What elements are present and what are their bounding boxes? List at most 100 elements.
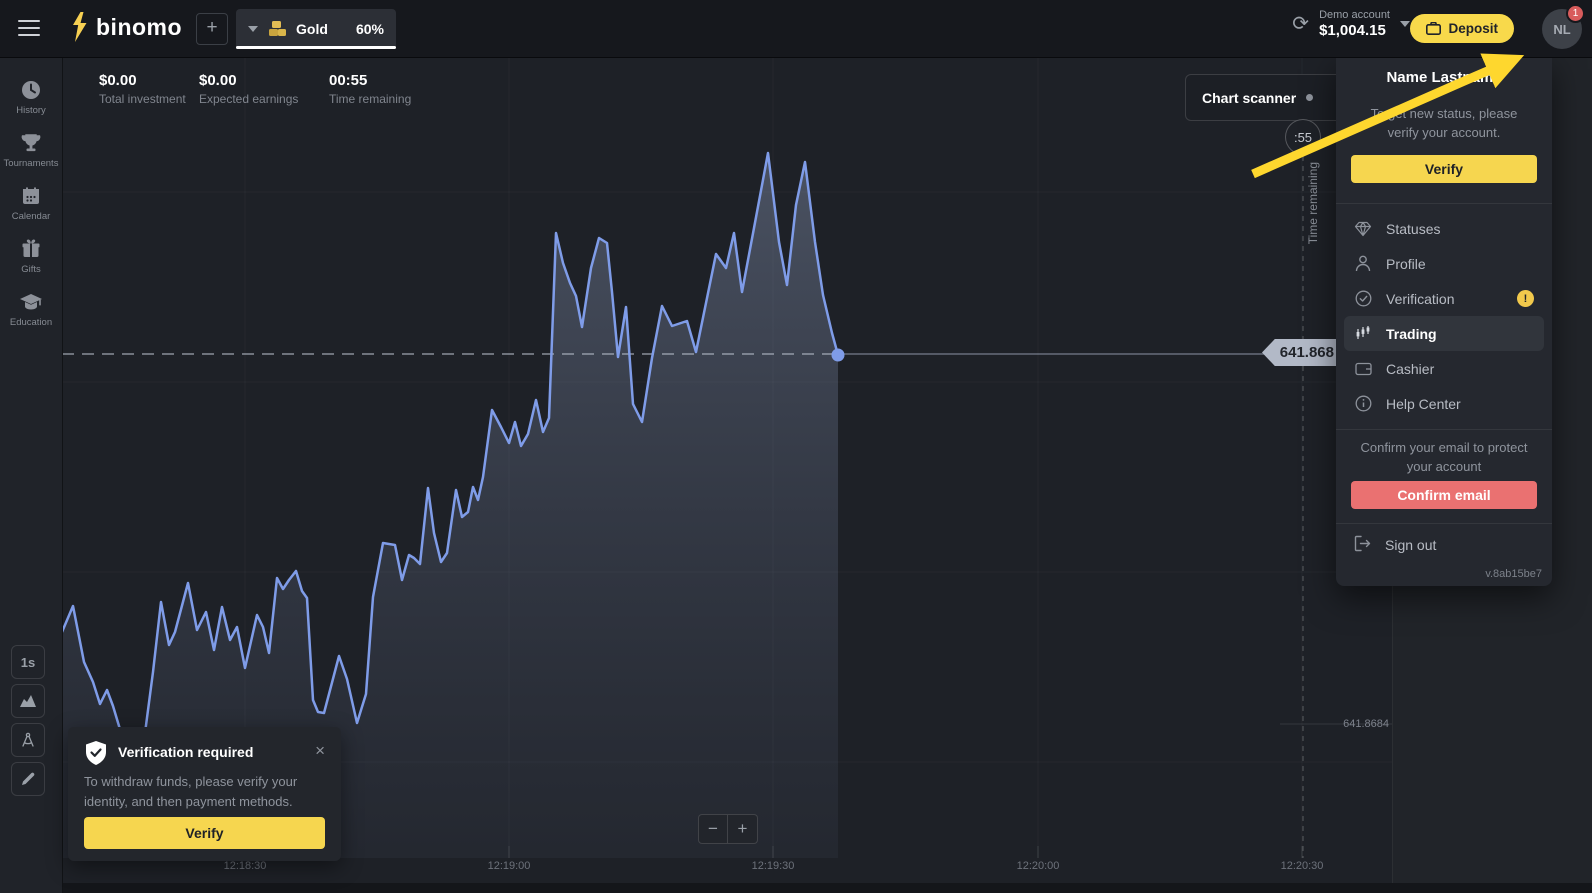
status-hint: To get new status, please verify your ac… (1354, 105, 1534, 143)
stat-value: $0.00 (99, 72, 186, 89)
asset-tab-gold[interactable]: Gold 60% (236, 9, 396, 48)
user-menu-panel: Name Lastname To get new status, please … (1336, 57, 1552, 586)
menu-item-statuses[interactable]: Statuses (1344, 211, 1544, 246)
person-icon (1354, 255, 1372, 273)
price-line (62, 153, 838, 762)
scanner-status-dot (1306, 94, 1313, 101)
sidebar-item-tournaments[interactable]: Tournaments (0, 124, 62, 177)
account-balance: $1,004.15 (1319, 22, 1390, 39)
sidebar-item-calendar[interactable]: Calendar (0, 177, 62, 230)
stat-label: Total investment (99, 92, 186, 106)
left-sidebar: History Tournaments Calendar Gifts (0, 57, 63, 893)
notification-badge: 1 (1566, 4, 1585, 23)
panel-verify-button[interactable]: Verify (1351, 155, 1537, 183)
menu-item-cashier[interactable]: Cashier (1344, 351, 1544, 386)
x-tick-label: 12:19:00 (477, 860, 541, 872)
chart-type-button[interactable] (11, 684, 45, 718)
app-version: v.8ab15be7 (1485, 568, 1542, 580)
account-switcher[interactable]: ⟳ Demo account $1,004.15 (1292, 9, 1410, 39)
sidebar-item-label: Gifts (21, 264, 41, 275)
sidebar-item-label: History (16, 105, 46, 116)
menu-item-label: Trading (1386, 326, 1437, 342)
sidebar-item-gifts[interactable]: Gifts (0, 230, 62, 283)
gift-icon (20, 238, 42, 260)
sidebar-item-education[interactable]: Education (0, 283, 62, 336)
indicators-button[interactable] (11, 723, 45, 757)
drafting-compass-icon (20, 732, 36, 748)
gold-bars-icon (267, 20, 287, 38)
current-price-dot (832, 349, 845, 362)
menu-item-verification[interactable]: Verification ! (1344, 281, 1544, 316)
asset-name: Gold (296, 21, 328, 37)
menu-item-label: Help Center (1386, 396, 1461, 412)
pencil-icon (20, 771, 36, 787)
x-tick-label: 12:20:00 (1006, 860, 1070, 872)
calendar-icon (20, 185, 42, 207)
stat-label: Expected earnings (199, 92, 298, 106)
history-clock-icon (20, 79, 42, 101)
zoom-out-button[interactable]: − (698, 814, 728, 844)
stat-value: 00:55 (329, 72, 411, 89)
stat-time-remaining: 00:55 Time remaining (329, 72, 411, 106)
divider (1336, 523, 1552, 524)
lightning-bolt-icon (70, 12, 89, 42)
chart-scanner-label: Chart scanner (1202, 90, 1296, 106)
divider (1336, 429, 1552, 430)
x-tick-label: 12:19:30 (741, 860, 805, 872)
stat-value: $0.00 (199, 72, 298, 89)
area-chart-icon (19, 694, 37, 708)
divider (1336, 203, 1552, 204)
zoom-in-button[interactable]: + (728, 814, 758, 844)
toast-title: Verification required (118, 744, 253, 760)
chevron-down-icon[interactable] (1400, 21, 1410, 27)
graduation-cap-icon (19, 291, 43, 313)
confirm-email-button[interactable]: Confirm email (1351, 481, 1537, 509)
refresh-icon[interactable]: ⟳ (1292, 14, 1309, 34)
menu-item-help-center[interactable]: Help Center (1344, 386, 1544, 421)
email-hint: Confirm your email to protect your accou… (1354, 439, 1534, 477)
deposit-label: Deposit (1448, 21, 1498, 36)
chart-scanner-popup[interactable]: Chart scanner (1185, 74, 1345, 121)
menu-item-label: Profile (1386, 256, 1426, 272)
sign-out-label: Sign out (1385, 537, 1436, 553)
top-bar: binomo + Gold 60% ⟳ Demo account $1,004.… (0, 0, 1592, 58)
x-axis-ticks (245, 846, 1302, 858)
gem-icon (1354, 220, 1372, 238)
x-tick-label: 12:20:30 (1270, 860, 1334, 872)
chart-zoom-controls: − + (698, 814, 758, 844)
interval-button[interactable]: 1s (11, 645, 45, 679)
sidebar-item-label: Education (10, 317, 52, 328)
deposit-button[interactable]: Deposit (1410, 14, 1514, 43)
drawing-button[interactable] (11, 762, 45, 796)
current-price-tag: 641.868 (1262, 339, 1342, 366)
toast-body: To withdraw funds, please verify your id… (84, 772, 328, 812)
wallet-icon (1426, 22, 1441, 35)
add-asset-button[interactable]: + (196, 13, 228, 45)
active-tab-underline (236, 46, 396, 49)
info-circle-icon (1354, 395, 1372, 413)
sign-out-button[interactable]: Sign out (1354, 535, 1436, 555)
menu-item-label: Statuses (1386, 221, 1440, 237)
verification-toast: Verification required × To withdraw fund… (68, 727, 341, 861)
binomo-logo: binomo (70, 12, 182, 42)
x-tick-label: 12:18:30 (213, 860, 277, 872)
close-icon[interactable]: × (315, 741, 325, 761)
menu-item-trading[interactable]: Trading (1344, 316, 1544, 351)
trophy-icon (20, 132, 42, 154)
sidebar-item-history[interactable]: History (0, 71, 62, 124)
account-type-label: Demo account (1319, 9, 1390, 21)
right-axis-price: 641.8684 (1315, 718, 1389, 730)
menu-item-label: Verification (1386, 291, 1454, 307)
menu-item-label: Cashier (1386, 361, 1434, 377)
toast-verify-button[interactable]: Verify (84, 817, 325, 849)
wallet-icon (1354, 360, 1372, 378)
menu-item-profile[interactable]: Profile (1344, 246, 1544, 281)
chevron-down-icon[interactable] (248, 26, 258, 32)
menu-hamburger-icon[interactable] (18, 20, 40, 36)
time-remaining-axis-label: Time remaining (1306, 162, 1320, 244)
logo-text: binomo (96, 14, 182, 41)
sidebar-item-label: Calendar (12, 211, 51, 222)
sign-out-icon (1354, 535, 1371, 555)
candlestick-chart-icon (1354, 325, 1372, 343)
user-name: Name Lastname (1336, 69, 1552, 86)
